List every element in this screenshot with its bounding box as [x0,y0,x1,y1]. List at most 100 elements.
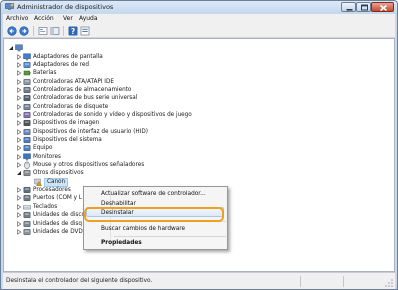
expand-triangle-icon[interactable] [16,112,22,118]
device-manager-app-icon [5,3,14,10]
expand-triangle-icon[interactable] [16,78,22,85]
tree-item-label: Otros dispositivos [33,170,84,177]
highlight-ring [84,207,224,222]
menu-ayuda[interactable]: Ayuda [79,15,98,22]
tree-item-label: Unidades de disq [33,220,83,227]
dvd-drive-icon [23,228,31,235]
expand-triangle-icon[interactable] [16,53,22,60]
expand-triangle-icon[interactable] [16,153,22,160]
expand-triangle-icon[interactable] [16,137,22,143]
status-text: Desinstala el controlador del siguiente … [6,278,153,284]
menu-archivo[interactable]: Archivo [6,15,28,22]
tree-item-label: Mouse y otros dispositivos señaladores [33,162,145,168]
title-bar[interactable]: Administrador de dispositivos [1,1,397,14]
expand-triangle-icon[interactable] [16,87,22,93]
context-scan-hardware[interactable]: Buscar cambios de hardware [101,226,185,232]
tree-category-item[interactable]: Mouse y otros dispositivos señaladores [16,161,296,169]
ide-controller-icon [23,78,31,85]
battery-icon [23,70,31,76]
collapse-triangle-icon[interactable] [16,170,22,176]
menu-bar: Archivo Acción Ver Ayuda [3,14,395,24]
display-adapter-icon [23,53,31,60]
expand-triangle-icon[interactable] [16,70,22,77]
back-arrow-icon[interactable] [7,26,17,36]
tree-category-item[interactable]: Controladoras de disquete [16,103,296,111]
maximize-button[interactable] [356,2,371,12]
tree-category-item[interactable]: Controladoras de almacenamiento [16,86,296,94]
tree-child-item[interactable]: Canon [27,177,307,187]
network-adapter-icon [23,61,31,68]
tree-item-label: Unidades de DVD [33,228,83,235]
processor-icon [23,187,31,194]
system-device-icon [23,136,31,144]
tree-item-label: Unidades de disco [33,212,86,219]
tree-category-item[interactable]: Controladoras de bus serie universal [16,94,296,102]
toolbar: ? [3,24,395,38]
minimize-icon [346,9,353,11]
forward-arrow-icon[interactable] [19,26,29,36]
context-update-driver[interactable]: Actualizar software de controlador... [101,191,206,197]
monitor-icon [23,153,31,161]
context-properties[interactable]: Propiedades [101,240,142,246]
tree-category-item[interactable]: Dispositivos de interfaz de usuario (HID… [16,128,296,136]
tree-item-label: Monitores [33,153,61,160]
close-button[interactable] [371,2,394,12]
menu-ver[interactable]: Ver [63,15,73,22]
expand-triangle-icon[interactable] [16,212,22,219]
expand-triangle-icon[interactable] [16,128,22,135]
expand-triangle-icon[interactable] [16,220,22,227]
expand-triangle-icon[interactable] [16,187,22,193]
warning-device-icon [34,178,42,186]
help-icon[interactable]: ? [68,26,78,36]
tree-item-label: Controladoras de sonido y vídeo y dispos… [33,111,192,118]
floppy-drive-icon [23,220,31,227]
tree-category-item[interactable]: Controladoras de sonido y vídeo y dispos… [16,111,296,119]
tree-item-label: Controladoras de almacenamiento [33,86,132,93]
collapse-triangle-icon[interactable] [8,45,14,51]
expand-triangle-icon[interactable] [16,62,22,68]
expand-triangle-icon[interactable] [16,162,22,168]
tree-item-label: Procesadores [33,187,71,194]
expand-triangle-icon[interactable] [16,120,22,127]
tree-category-item[interactable]: Baterías [16,69,296,77]
expand-triangle-icon[interactable] [16,95,22,102]
expand-triangle-icon[interactable] [16,103,22,110]
expand-triangle-icon[interactable] [16,195,22,202]
tree-item-label: Controladoras de disquete [33,103,109,110]
tree-category-item[interactable]: Dispositivos del sistema [16,136,296,144]
tree-category-item[interactable]: Otros dispositivos [16,169,296,177]
computer-icon [23,145,31,152]
tree-root[interactable] [8,44,128,52]
tree-category-item[interactable]: Monitores [16,153,296,161]
console-view-icon[interactable] [50,26,60,36]
keyboard-icon [23,204,31,210]
menu-accion[interactable]: Acción [34,15,54,22]
minimize-button[interactable] [341,2,356,12]
usb-icon [23,95,31,102]
expand-triangle-icon[interactable] [16,203,22,210]
resize-grip-icon[interactable] [385,279,393,287]
properties-icon[interactable] [80,26,90,36]
context-menu-separator [114,236,226,237]
tree-item-label: Dispositivos del sistema [33,137,102,143]
unknown-device-icon [23,170,31,177]
tree-item-label: Dispositivos de interfaz de usuario (HID… [33,128,148,135]
tree-category-item[interactable]: Adaptadores de pantalla [16,53,296,61]
computer-icon [15,44,23,52]
tree-category-item[interactable]: Controladoras ATA/ATAPI IDE [16,78,296,86]
hid-icon [23,128,31,135]
disk-drive-icon [23,212,31,219]
tree-category-item[interactable]: Dispositivos de imagen [16,119,296,127]
camera-icon [23,120,31,127]
expand-triangle-icon[interactable] [16,228,22,235]
tree-item-label: Controladoras de bus serie universal [33,95,138,102]
status-divider [300,276,301,287]
mouse-icon [24,161,30,169]
device-tree-view-icon[interactable] [38,26,48,36]
floppy-controller-icon [23,103,31,110]
tree-item-label: Adaptadores de red [33,61,90,68]
tree-category-item[interactable]: Adaptadores de red [16,61,296,69]
status-bar: Desinstala el controlador del siguiente … [3,272,395,289]
expand-triangle-icon[interactable] [16,145,22,152]
tree-category-item[interactable]: Equipo [16,144,296,152]
